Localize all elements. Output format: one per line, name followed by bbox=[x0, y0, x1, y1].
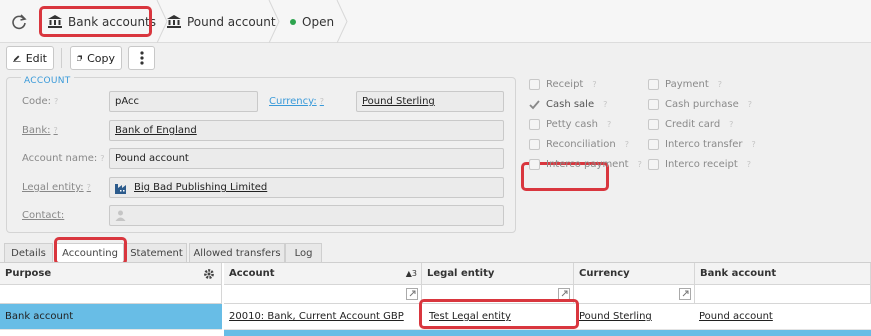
bank-icon bbox=[167, 15, 181, 28]
cash-purchase-checkbox[interactable]: Cash purchase? bbox=[648, 99, 752, 110]
check-icon bbox=[529, 99, 540, 110]
currency-header[interactable]: Currency bbox=[574, 263, 695, 285]
checkbox-box bbox=[648, 79, 659, 90]
sort-indicator: ▲3 bbox=[405, 269, 417, 278]
status-dot-icon bbox=[290, 18, 296, 25]
breadcrumb: Bank accounts Pound account Open bbox=[0, 0, 871, 43]
account-name-label: Account name:? bbox=[22, 153, 105, 164]
currency-field[interactable]: Pound Sterling bbox=[356, 91, 504, 112]
reconciliation-checkbox[interactable]: Reconciliation? bbox=[529, 139, 629, 150]
cash-sale-checkbox[interactable]: Cash sale? bbox=[529, 99, 607, 110]
external-link-icon[interactable] bbox=[679, 288, 691, 300]
copy-label: Copy bbox=[87, 51, 115, 65]
refresh-icon[interactable] bbox=[9, 12, 29, 32]
account-filter[interactable] bbox=[224, 285, 422, 304]
legal-entity-link[interactable]: Legal entity:? bbox=[22, 182, 91, 193]
bank-field[interactable]: Bank of England bbox=[109, 120, 504, 141]
interco-payment-checkbox[interactable]: Interco payment? bbox=[529, 159, 642, 170]
external-link-icon[interactable] bbox=[558, 288, 570, 300]
account-section: ACCOUNT Code:? pAcc Currency:? Pound Ste… bbox=[6, 76, 516, 233]
table-row[interactable]: Bank account bbox=[0, 304, 222, 330]
checkbox-box bbox=[529, 119, 540, 130]
more-vertical-icon bbox=[139, 51, 144, 65]
status-label: Open bbox=[302, 14, 335, 29]
contact-field[interactable] bbox=[109, 205, 504, 226]
checkbox-box bbox=[648, 99, 659, 110]
interco-receipt-checkbox[interactable]: Interco receipt? bbox=[648, 159, 751, 170]
checkbox-box bbox=[648, 159, 659, 170]
selected-row-strip bbox=[224, 330, 871, 336]
tab-details[interactable]: Details bbox=[4, 243, 53, 262]
factory-icon bbox=[115, 183, 126, 194]
edit-label: Edit bbox=[25, 51, 47, 65]
person-icon bbox=[115, 210, 126, 221]
breadcrumb-label: Pound account bbox=[187, 14, 276, 29]
more-button[interactable] bbox=[128, 46, 155, 70]
account-name-field[interactable]: Pound account bbox=[109, 148, 504, 169]
interco-transfer-checkbox[interactable]: Interco transfer? bbox=[648, 139, 756, 150]
bank-account-cell[interactable]: Pound account bbox=[699, 311, 773, 322]
contact-link[interactable]: Contact: bbox=[22, 210, 64, 221]
breadcrumb-item-pound-account[interactable]: Pound account bbox=[167, 0, 276, 43]
receipt-checkbox[interactable]: Receipt? bbox=[529, 79, 597, 90]
currency-cell[interactable]: Pound Sterling bbox=[579, 311, 652, 322]
code-label: Code:? bbox=[22, 96, 59, 107]
gear-icon[interactable] bbox=[203, 268, 215, 280]
breadcrumb-label: Bank accounts bbox=[68, 14, 157, 29]
table-row[interactable]: 20010: Bank, Current Account GBP Test Le… bbox=[224, 304, 871, 330]
toolbar-divider bbox=[61, 48, 62, 68]
account-cell[interactable]: 20010: Bank, Current Account GBP bbox=[229, 311, 404, 322]
legal-entity-field[interactable]: Big Bad Publishing Limited bbox=[109, 177, 504, 198]
checkbox-box bbox=[529, 159, 540, 170]
currency-filter[interactable] bbox=[574, 285, 695, 304]
checkbox-box bbox=[529, 139, 540, 150]
legal-entity-cell[interactable]: Test Legal entity bbox=[429, 311, 511, 322]
bank-icon bbox=[48, 15, 62, 28]
copy-icon bbox=[77, 55, 83, 61]
chevron-right-icon bbox=[268, 0, 280, 43]
bank-account-filter[interactable] bbox=[695, 285, 871, 304]
external-link-icon[interactable] bbox=[406, 288, 418, 300]
section-title: ACCOUNT bbox=[21, 76, 74, 86]
copy-button[interactable]: Copy bbox=[70, 46, 122, 70]
petty-cash-checkbox[interactable]: Petty cash? bbox=[529, 119, 611, 130]
accounting-grids: Purpose Bank account Account ▲3 Legal en… bbox=[0, 262, 871, 336]
bank-account-header[interactable]: Bank account bbox=[695, 263, 871, 285]
tab-log[interactable]: Log bbox=[285, 243, 322, 262]
currency-link[interactable]: Currency:? bbox=[269, 96, 324, 107]
checkbox-box bbox=[648, 119, 659, 130]
tab-bar: Details Accounting Statement Allowed tra… bbox=[0, 243, 871, 262]
status-open: Open bbox=[290, 0, 334, 43]
legal-entity-header[interactable]: Legal entity bbox=[422, 263, 574, 285]
account-form: ACCOUNT Code:? pAcc Currency:? Pound Ste… bbox=[0, 73, 871, 243]
account-header[interactable]: Account ▲3 bbox=[224, 263, 422, 285]
purpose-filter[interactable] bbox=[0, 285, 222, 304]
legal-entity-filter[interactable] bbox=[422, 285, 574, 304]
checkbox-box bbox=[648, 139, 659, 150]
bank-link[interactable]: Bank:? bbox=[22, 125, 58, 136]
code-field[interactable]: pAcc bbox=[109, 91, 258, 112]
tab-accounting[interactable]: Accounting bbox=[56, 243, 124, 262]
credit-card-checkbox[interactable]: Credit card? bbox=[648, 119, 733, 130]
chevron-right-icon bbox=[336, 0, 348, 43]
toolbar: Edit Copy bbox=[0, 43, 871, 73]
purpose-header[interactable]: Purpose bbox=[0, 263, 222, 285]
payment-checkbox[interactable]: Payment? bbox=[648, 79, 722, 90]
tab-allowed-transfers[interactable]: Allowed transfers bbox=[189, 243, 285, 262]
checkbox-box bbox=[529, 79, 540, 90]
tab-statement[interactable]: Statement bbox=[126, 243, 187, 262]
breadcrumb-item-bank-accounts[interactable]: Bank accounts bbox=[48, 0, 156, 43]
pencil-icon bbox=[13, 55, 21, 62]
edit-button[interactable]: Edit bbox=[6, 46, 54, 70]
